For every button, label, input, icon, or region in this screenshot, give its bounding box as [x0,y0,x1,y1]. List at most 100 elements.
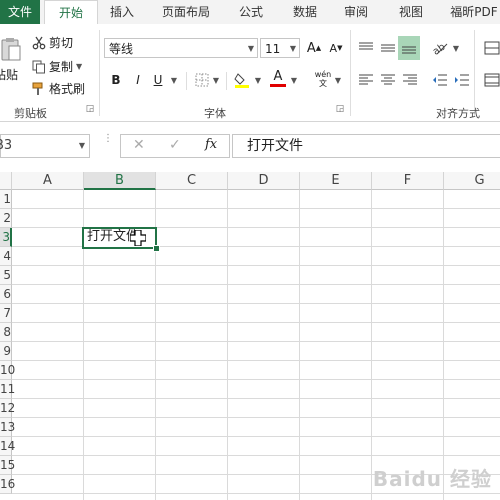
font-size-dropdown-icon: ▼ [289,44,296,53]
row-gridline [12,322,500,323]
top-align-button[interactable] [356,38,376,58]
increase-font-size-button[interactable]: A ▲ [304,38,324,58]
align-right-icon [402,73,418,87]
row-header[interactable]: 8 [0,323,12,342]
increase-indent-button[interactable] [452,70,472,90]
font-name-dropdown-icon: ▼ [247,44,254,53]
underline-button[interactable]: U [148,70,168,90]
font-color-dropdown-icon[interactable]: ▼ [288,70,300,90]
cancel-icon[interactable]: ✕ [133,137,145,153]
borders-icon [195,73,209,87]
enter-icon[interactable]: ✓ [169,137,181,153]
row-header[interactable]: 3 [0,228,12,247]
row-header[interactable]: 16 [0,475,15,494]
row-header[interactable]: 11 [0,380,15,399]
orientation-dropdown-icon[interactable]: ▼ [450,38,462,58]
select-all-corner[interactable] [0,172,12,190]
name-box[interactable]: B3 ▼ [0,134,90,158]
cut-button[interactable]: 剪切 [32,34,73,51]
column-header-e[interactable]: E [300,172,372,190]
name-box-value: B3 [0,138,13,153]
text-orientation-icon: ab [431,40,449,56]
fill-color-dropdown-icon[interactable]: ▼ [252,70,264,90]
row-header[interactable]: 6 [0,285,12,304]
cut-label: 剪切 [49,36,74,50]
fill-color-button[interactable] [232,70,252,90]
phonetic-guide-button[interactable]: wén 文 [312,66,334,92]
tab-formulas[interactable]: 公式 [228,0,274,24]
row-gridline [12,284,500,285]
tab-data[interactable]: 数据 [282,0,328,24]
row-header[interactable]: 4 [0,247,12,266]
column-header-f[interactable]: F [372,172,444,190]
decrease-indent-button[interactable] [430,70,450,90]
row-header[interactable]: 7 [0,304,12,323]
row-header[interactable]: 14 [0,437,15,456]
formula-input[interactable]: 打开文件 [232,134,500,158]
worksheet-grid[interactable]: A B C D E F G 1 2 3 4 5 6 7 8 9 10 11 12 13 14 15 16 打开… [0,172,500,500]
column-header-a[interactable]: A [12,172,84,190]
tab-home[interactable]: 开始 [44,0,98,26]
row-gridline [12,341,500,342]
middle-align-button[interactable] [378,38,398,58]
orientation-button[interactable]: ab [430,38,450,58]
copy-dropdown-icon[interactable]: ▼ [76,62,82,71]
ribbon-tab-bar: 文件 开始 插入 页面布局 公式 数据 审阅 视图 福昕PDF [0,0,500,26]
borders-button[interactable] [192,70,212,90]
name-box-dropdown-icon[interactable]: ▼ [79,135,85,157]
column-header-d[interactable]: D [228,172,300,190]
row-header[interactable]: 15 [0,456,15,475]
row-header[interactable]: 13 [0,418,15,437]
font-dialog-launcher-icon[interactable]: ◲ [334,103,346,115]
format-painter-button[interactable]: 格式刷 [32,80,85,97]
underline-dropdown-icon[interactable]: ▼ [168,70,180,90]
phonetic-dropdown-icon[interactable]: ▼ [332,70,344,90]
column-header-g[interactable]: G [444,172,500,190]
row-header[interactable]: 10 [0,361,15,380]
fill-bucket-icon [234,72,250,88]
font-name-select[interactable]: 等线 ▼ [104,38,258,58]
bold-button[interactable]: B [106,70,126,90]
row-gridline [12,493,500,494]
tab-review[interactable]: 审阅 [334,0,378,24]
format-painter-icon [32,82,46,96]
align-center-button[interactable] [378,70,398,90]
font-size-select[interactable]: 11 ▼ [260,38,300,58]
borders-dropdown-icon[interactable]: ▼ [210,70,222,90]
align-right-button[interactable] [400,70,420,90]
italic-button[interactable]: I [128,70,148,90]
row-header[interactable]: 12 [0,399,15,418]
font-group-label: 字体 [204,107,226,120]
row-header[interactable]: 9 [0,342,12,361]
copy-button[interactable]: 复制 ▼ [32,58,82,75]
decrease-font-size-button[interactable]: A ▼ [326,38,346,58]
font-color-button[interactable]: A [268,68,288,88]
column-header-c[interactable]: C [156,172,228,190]
bottom-align-button[interactable] [398,36,420,60]
align-top-icon [358,41,374,55]
clipboard-dialog-launcher-icon[interactable]: ◲ [84,103,96,115]
tab-page-layout[interactable]: 页面布局 [152,0,220,24]
paste-button[interactable]: 粘贴 [0,36,22,83]
column-header-b[interactable]: B [84,172,156,190]
tab-foxit-pdf[interactable]: 福昕PDF [444,0,500,24]
row-gridline [12,303,500,304]
clipboard-group-label: 剪贴板 [14,107,47,120]
align-left-button[interactable] [356,70,376,90]
merge-cells-icon [484,73,500,87]
tab-insert[interactable]: 插入 [100,0,144,24]
tab-view[interactable]: 视图 [388,0,434,24]
row-gridline [12,455,500,456]
formula-bar-grip-icon[interactable]: ⋮ [103,134,113,154]
row-header[interactable]: 5 [0,266,12,285]
scissors-icon [32,36,46,50]
insert-function-button[interactable]: fx [205,137,217,152]
group-separator-2 [350,30,351,116]
merge-center-button[interactable] [482,70,500,90]
wrap-text-button[interactable] [482,38,500,58]
fill-handle[interactable] [153,245,160,252]
row-gridline [12,379,500,380]
row-header[interactable]: 1 [0,190,12,209]
tab-file[interactable]: 文件 [0,0,40,24]
row-header[interactable]: 2 [0,209,12,228]
